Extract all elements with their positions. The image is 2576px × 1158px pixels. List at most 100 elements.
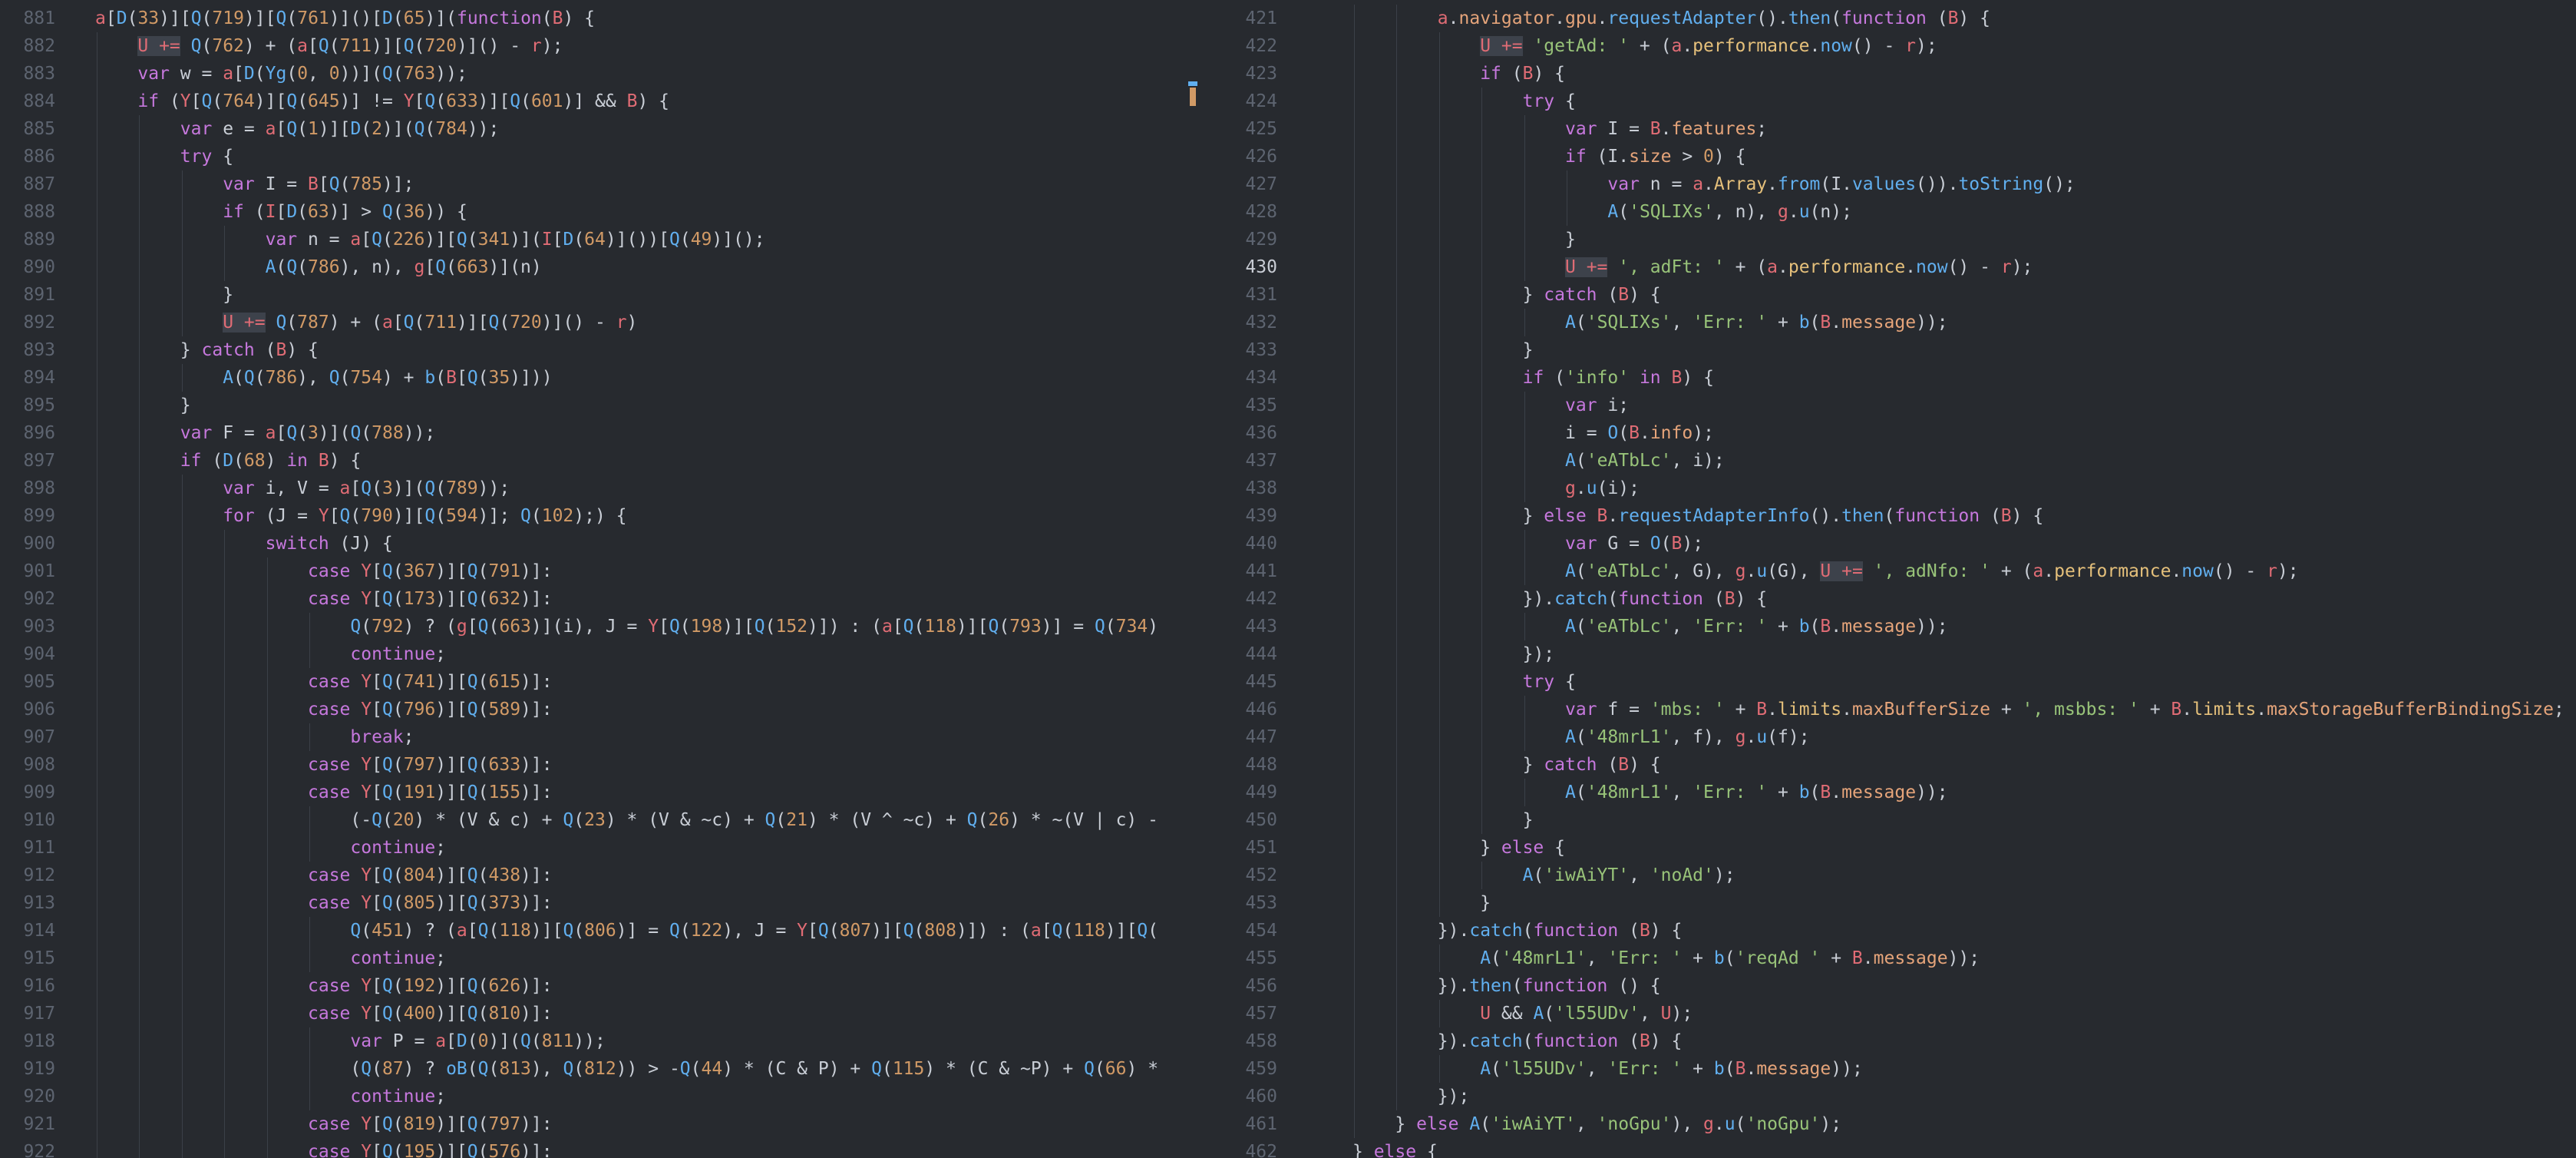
code-line[interactable]: 886 try { (0, 143, 1207, 170)
code-line[interactable]: 447 A('48mrL1', f), g.u(f); (1207, 723, 2576, 751)
line-number[interactable]: 458 (1207, 1027, 1277, 1055)
line-number[interactable]: 445 (1207, 668, 1277, 696)
code-text[interactable]: var I = B.features; (1565, 115, 1767, 143)
code-text[interactable]: }).catch(function (B) { (1438, 917, 1683, 945)
code-text[interactable]: try { (180, 143, 233, 170)
code-text[interactable]: case Y[Q(796)][Q(589)]: (308, 696, 553, 723)
line-number[interactable]: 421 (1207, 5, 1277, 32)
line-number[interactable]: 457 (1207, 1000, 1277, 1027)
code-line[interactable]: 903 Q(792) ? (g[Q(663)](i), J = Y[Q(198)]… (0, 613, 1207, 640)
line-number[interactable]: 904 (0, 640, 55, 668)
code-line[interactable]: 914 Q(451) ? (a[Q(118)][Q(806)] = Q(122),… (0, 917, 1207, 945)
code-text[interactable]: } else A('iwAiYT', 'noGpu'), g.u('noGpu'… (1395, 1110, 1841, 1138)
code-text[interactable]: A(Q(786), n), g[Q(663)](n) (266, 253, 542, 281)
code-line[interactable]: 881 a[D(33)][Q(719)][Q(761)]()[D(65)](fun… (0, 5, 1207, 32)
code-text[interactable]: Q(451) ? (a[Q(118)][Q(806)] = Q(122), J … (350, 917, 1158, 945)
code-text[interactable]: case Y[Q(173)][Q(632)]: (308, 585, 553, 613)
line-number[interactable]: 883 (0, 60, 55, 88)
line-number[interactable]: 435 (1207, 392, 1277, 419)
line-number[interactable]: 884 (0, 88, 55, 115)
line-number[interactable]: 425 (1207, 115, 1277, 143)
left-editor-pane[interactable]: 881 a[D(33)][Q(719)][Q(761)]()[D(65)](fun… (0, 0, 1207, 1158)
line-number[interactable]: 915 (0, 945, 55, 972)
code-line[interactable]: 917 case Y[Q(400)][Q(810)]: (0, 1000, 1207, 1027)
code-text[interactable]: case Y[Q(819)][Q(797)]: (308, 1110, 553, 1138)
line-number[interactable]: 919 (0, 1055, 55, 1083)
code-text[interactable]: } (1565, 226, 1576, 253)
line-number[interactable]: 907 (0, 723, 55, 751)
code-line[interactable]: 436 i = O(B.info); (1207, 419, 2576, 447)
code-text[interactable]: var i; (1565, 392, 1629, 419)
code-line[interactable]: 432 A('SQLIXs', 'Err: ' + b(B.message)); (1207, 309, 2576, 336)
line-number[interactable]: 441 (1207, 557, 1277, 585)
code-line[interactable]: 907 break; (0, 723, 1207, 751)
code-line[interactable]: 450} (1207, 806, 2576, 834)
line-number[interactable]: 432 (1207, 309, 1277, 336)
line-number[interactable]: 891 (0, 281, 55, 309)
line-number[interactable]: 885 (0, 115, 55, 143)
code-text[interactable]: var i, V = a[Q(3)](Q(789)); (223, 475, 510, 502)
line-number[interactable]: 448 (1207, 751, 1277, 779)
code-text[interactable]: A('SQLIXs', 'Err: ' + b(B.message)); (1565, 309, 1948, 336)
line-number[interactable]: 893 (0, 336, 55, 364)
code-line[interactable]: 906 case Y[Q(796)][Q(589)]: (0, 696, 1207, 723)
code-text[interactable]: A('48mrL1', 'Err: ' + b('reqAd ' + B.mes… (1480, 945, 1980, 972)
code-line[interactable]: 897 if (D(68) in B) { (0, 447, 1207, 475)
line-number[interactable]: 897 (0, 447, 55, 475)
line-number[interactable]: 918 (0, 1027, 55, 1055)
code-text[interactable]: }).catch(function (B) { (1523, 585, 1768, 613)
code-line[interactable]: 448} catch (B) { (1207, 751, 2576, 779)
code-text[interactable]: case Y[Q(741)][Q(615)]: (308, 668, 553, 696)
line-number[interactable]: 449 (1207, 779, 1277, 806)
code-text[interactable]: switch (J) { (266, 530, 393, 557)
code-line[interactable]: 888 if (I[D(63)] > Q(36)) { (0, 198, 1207, 226)
line-number[interactable]: 440 (1207, 530, 1277, 557)
line-number[interactable]: 446 (1207, 696, 1277, 723)
code-line[interactable]: 431 } catch (B) { (1207, 281, 2576, 309)
line-number[interactable]: 890 (0, 253, 55, 281)
code-editor[interactable]: 881 a[D(33)][Q(719)][Q(761)]()[D(65)](fun… (0, 0, 2576, 1158)
code-line[interactable]: 428 A('SQLIXs', n), g.u(n); (1207, 198, 2576, 226)
code-line[interactable]: 456}).then(function () { (1207, 972, 2576, 1000)
code-line[interactable]: 458 }).catch(function (B) { (1207, 1027, 2576, 1055)
code-line[interactable]: 891} (0, 281, 1207, 309)
code-text[interactable]: } else { (1352, 1138, 1438, 1158)
code-line[interactable]: 427 var n = a.Array.from(I.values()).toSt… (1207, 170, 2576, 198)
line-number[interactable]: 912 (0, 862, 55, 889)
code-line[interactable]: 900 switch (J) { (0, 530, 1207, 557)
code-line[interactable]: 885 var e = a[Q(1)][D(2)](Q(784)); (0, 115, 1207, 143)
code-line[interactable]: 422 U += 'getAd: ' + (a.performance.now()… (1207, 32, 2576, 60)
line-number[interactable]: 914 (0, 917, 55, 945)
code-line[interactable]: 439} else B.requestAdapterInfo().then(fu… (1207, 502, 2576, 530)
line-number[interactable]: 426 (1207, 143, 1277, 170)
code-text[interactable]: U += 'getAd: ' + (a.performance.now() - … (1480, 32, 1937, 60)
code-line[interactable]: 452 A('iwAiYT', 'noAd'); (1207, 862, 2576, 889)
line-number[interactable]: 900 (0, 530, 55, 557)
code-line[interactable]: 440 var G = O(B); (1207, 530, 2576, 557)
line-number[interactable]: 431 (1207, 281, 1277, 309)
line-number[interactable]: 423 (1207, 60, 1277, 88)
line-number[interactable]: 921 (0, 1110, 55, 1138)
code-line[interactable]: 883 var w = a[D(Yg(0, 0))](Q(763)); (0, 60, 1207, 88)
code-text[interactable]: } (223, 281, 233, 309)
code-text[interactable]: Q(792) ? (g[Q(663)](i), J = Y[Q(198)][Q(… (350, 613, 1158, 640)
line-number[interactable]: 881 (0, 5, 55, 32)
code-text[interactable]: A('eATbLc', i); (1565, 447, 1725, 475)
code-text[interactable]: case Y[Q(797)][Q(633)]: (308, 751, 553, 779)
code-text[interactable]: var w = a[D(Yg(0, 0))](Q(763)); (137, 60, 467, 88)
code-line[interactable]: 454}).catch(function (B) { (1207, 917, 2576, 945)
code-text[interactable]: }).catch(function (B) { (1438, 1027, 1683, 1055)
line-number[interactable]: 450 (1207, 806, 1277, 834)
line-number[interactable]: 439 (1207, 502, 1277, 530)
code-line[interactable]: 920 continue; (0, 1083, 1207, 1110)
code-text[interactable]: A('SQLIXs', n), g.u(n); (1607, 198, 1852, 226)
code-line[interactable]: 912 case Y[Q(804)][Q(438)]: (0, 862, 1207, 889)
code-line[interactable]: 441 A('eATbLc', G), g.u(G), U += ', adNfo… (1207, 557, 2576, 585)
line-number[interactable]: 462 (1207, 1138, 1277, 1158)
code-line[interactable]: 911 continue; (0, 834, 1207, 862)
code-text[interactable]: } catch (B) { (1523, 281, 1661, 309)
line-number[interactable]: 899 (0, 502, 55, 530)
code-line[interactable]: 430 U += ', adFt: ' + (a.performance.now(… (1207, 253, 2576, 281)
line-number[interactable]: 455 (1207, 945, 1277, 972)
code-text[interactable]: case Y[Q(191)][Q(155)]: (308, 779, 553, 806)
